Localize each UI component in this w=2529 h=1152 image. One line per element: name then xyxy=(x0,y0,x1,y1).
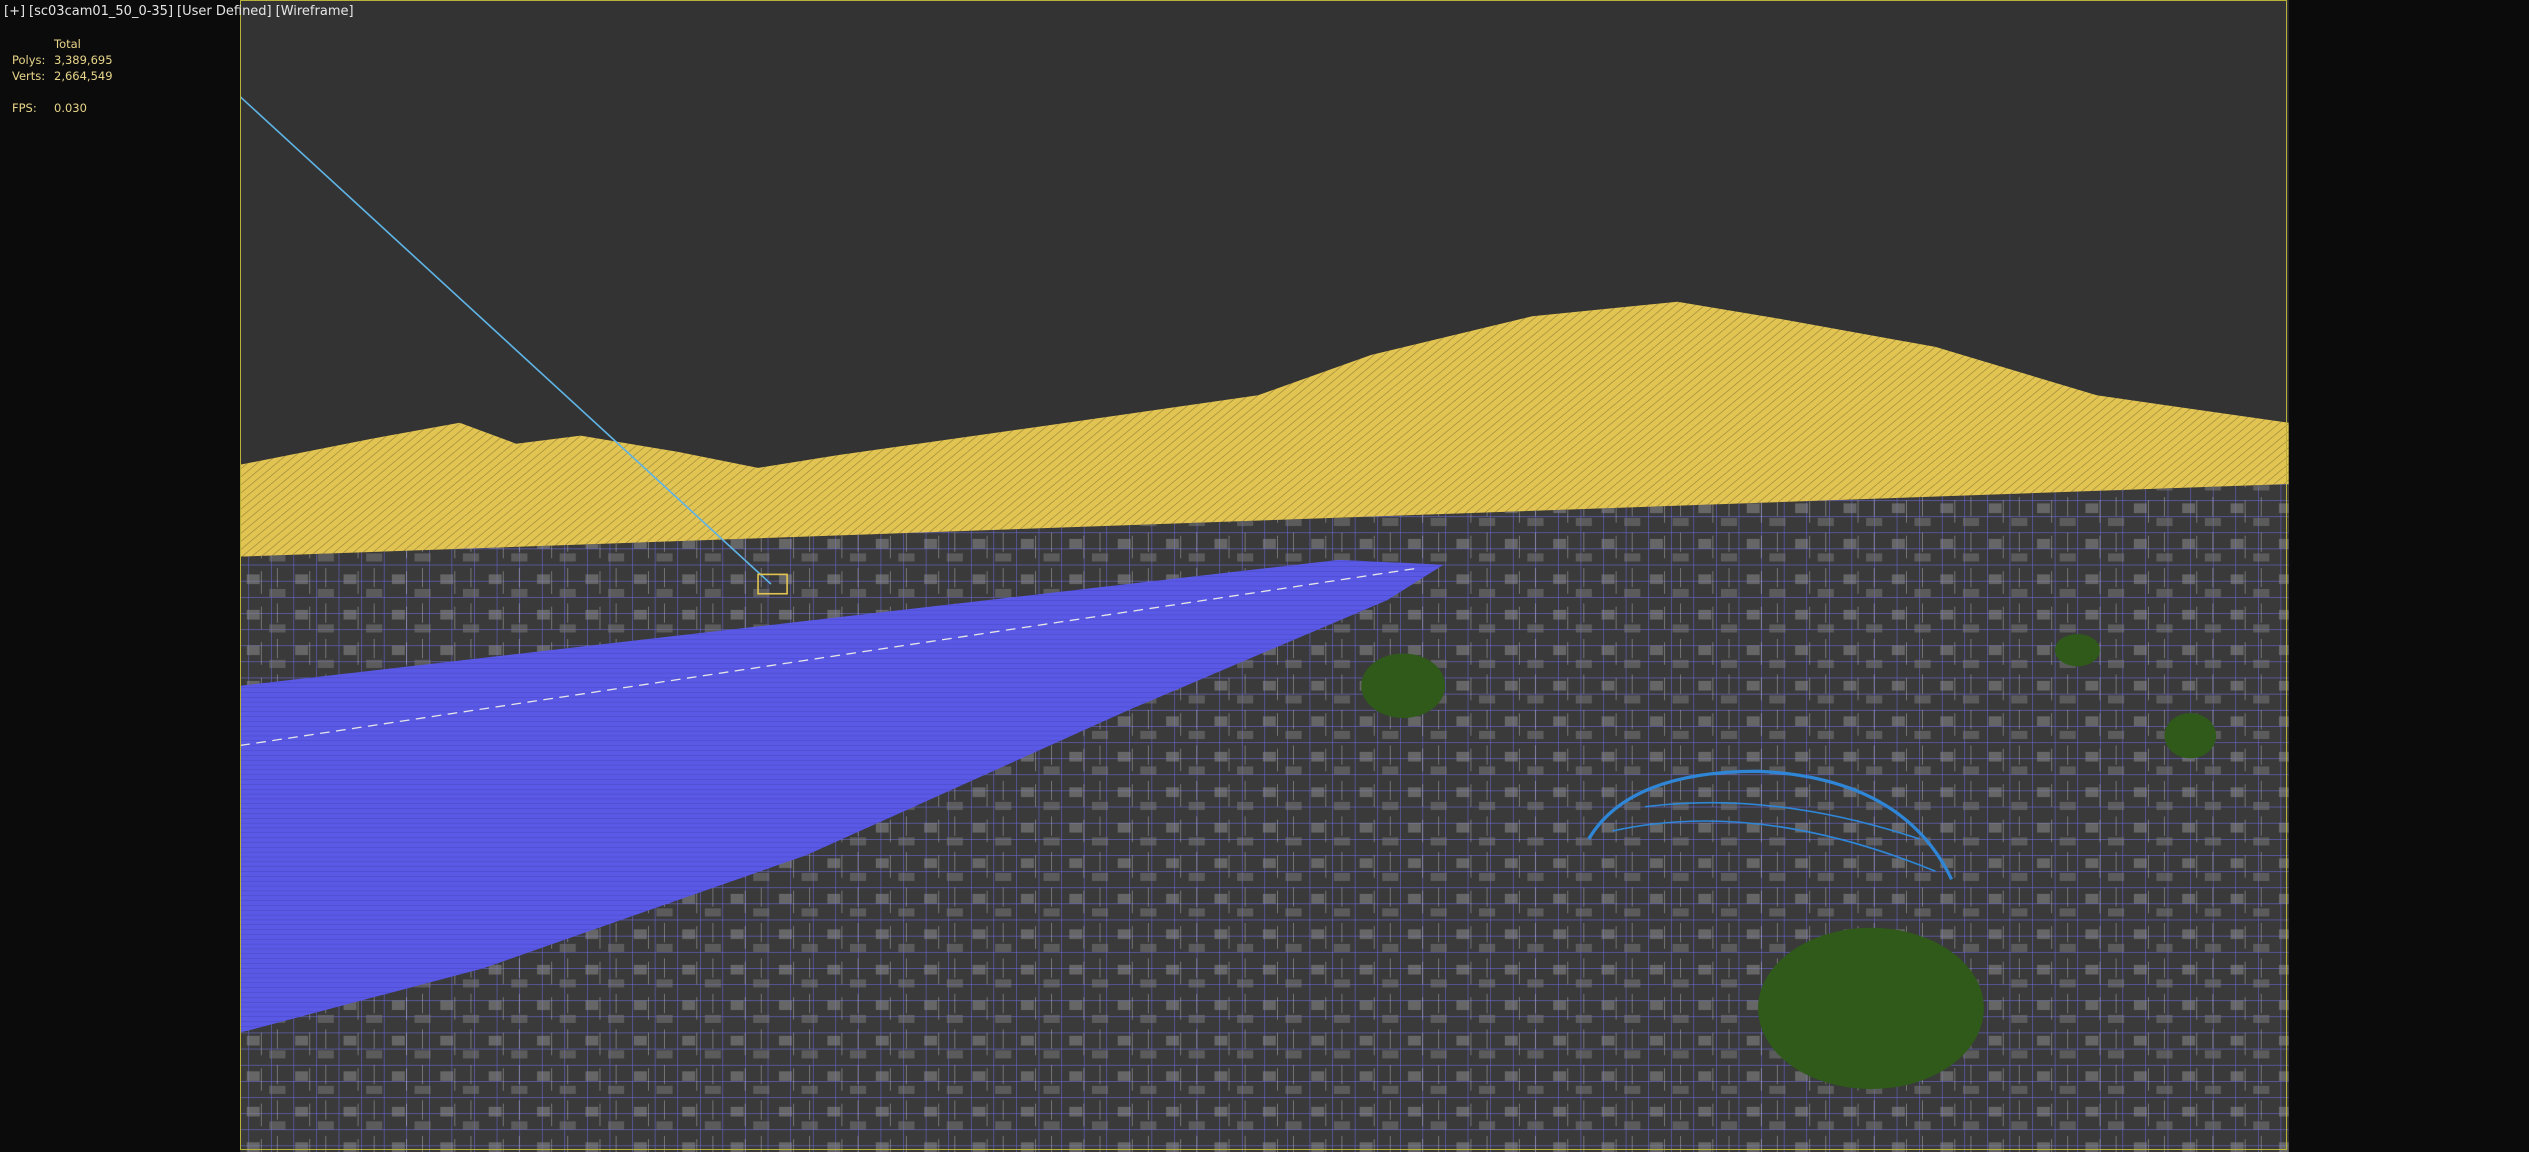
viewport-menu-button[interactable]: [+] xyxy=(4,4,25,19)
polys-value: 3,389,695 xyxy=(54,53,113,67)
fps-value: 0.030 xyxy=(54,101,87,115)
stats-header: Total xyxy=(54,37,81,51)
shading-menu-button[interactable]: [Wireframe] xyxy=(276,4,354,19)
verts-label: Verts: xyxy=(12,69,46,83)
camera-menu-button[interactable]: [sc03cam01_50_0-35] xyxy=(29,4,173,19)
viewport-label: [+] [sc03cam01_50_0-35] [User Defined] [Wir… xyxy=(4,4,358,19)
statistics-overlay: Total Polys: 3,389,695 Verts: 2,664,549 FP… xyxy=(12,36,113,116)
fps-label: FPS: xyxy=(12,101,37,115)
polys-label: Polys: xyxy=(12,53,46,67)
view-mode-menu-button[interactable]: [User Defined] xyxy=(177,4,272,19)
viewport-frame[interactable] xyxy=(240,0,2287,1150)
verts-value: 2,664,549 xyxy=(54,69,113,83)
